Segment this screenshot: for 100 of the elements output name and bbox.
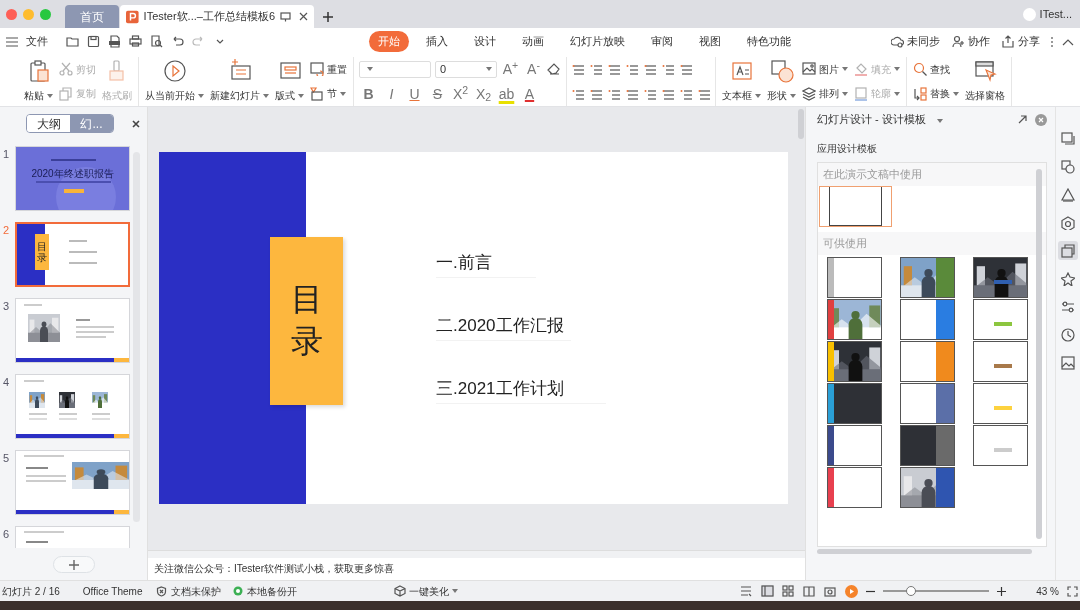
user-name[interactable]: ITest... — [1039, 5, 1072, 23]
layout-button[interactable]: 版式 — [274, 57, 305, 106]
file-menu[interactable]: 文件 — [26, 33, 48, 50]
backup-status[interactable]: 本地备份开 — [247, 583, 298, 599]
template-thumbnail[interactable] — [973, 256, 1028, 298]
template-thumbnail[interactable] — [819, 185, 892, 227]
save-icon[interactable] — [87, 35, 100, 48]
zoom-in-icon[interactable] — [997, 586, 1007, 596]
font-size-field[interactable]: 0 — [435, 60, 497, 78]
toolbar-button[interactable]: 未同步 — [889, 32, 942, 51]
increase-indent-icon[interactable] — [626, 63, 638, 76]
picture-button[interactable]: 图片 — [801, 60, 849, 78]
template-thumbnail[interactable] — [973, 424, 1028, 466]
template-thumbnail[interactable] — [900, 466, 955, 508]
template-thumbnail[interactable] — [900, 256, 955, 298]
numbered-list-icon[interactable] — [590, 63, 602, 76]
highlight-button[interactable]: ab — [497, 84, 516, 103]
slide-thumbnail[interactable] — [15, 374, 130, 439]
view-tab[interactable]: 大纲 — [27, 115, 70, 132]
align-right-icon[interactable] — [608, 87, 620, 100]
distribute-icon[interactable] — [644, 87, 656, 100]
paste-button[interactable]: 粘贴 — [23, 57, 54, 106]
slider-thumb[interactable] — [905, 586, 916, 596]
text-direction-icon[interactable] — [644, 63, 656, 76]
vertical-align-icon[interactable] — [662, 63, 674, 76]
ribbon-tab[interactable]: 插入 — [417, 31, 457, 52]
monitor-icon[interactable] — [280, 11, 291, 22]
toolbar-button[interactable]: 协作 — [950, 32, 992, 51]
toolbar-button[interactable]: 分享 — [1000, 32, 1042, 51]
slideshow-button[interactable]: 从当前开始 — [144, 57, 205, 106]
ribbon-tab[interactable]: 审阅 — [642, 31, 682, 52]
add-slide-button[interactable] — [52, 556, 95, 573]
template-thumbnail[interactable] — [900, 382, 955, 424]
find-button[interactable]: 查找 — [912, 60, 960, 78]
template-thumbnail[interactable] — [827, 382, 882, 424]
align-left-icon[interactable] — [572, 87, 584, 100]
book-icon[interactable] — [803, 585, 817, 597]
normal-view-icon[interactable] — [761, 585, 775, 597]
preview-icon[interactable] — [150, 35, 163, 48]
template-thumbnail[interactable] — [827, 466, 882, 508]
collapse-icon[interactable] — [1062, 37, 1074, 46]
protection-status[interactable]: 文档未保护 — [171, 583, 222, 599]
line-spacing-icon[interactable] — [662, 87, 674, 100]
plus-icon[interactable] — [323, 11, 333, 22]
justify-icon[interactable] — [626, 87, 638, 100]
template-thumbnail[interactable] — [973, 340, 1028, 382]
play-icon[interactable] — [845, 584, 859, 598]
folder-icon[interactable] — [66, 35, 79, 48]
template-thumbnail[interactable] — [827, 256, 882, 298]
close-icon[interactable] — [299, 12, 308, 21]
side-tool-button[interactable] — [1058, 325, 1078, 344]
paragraph-spacing-icon[interactable] — [680, 87, 692, 100]
template-thumbnail[interactable] — [827, 298, 882, 340]
reset-button[interactable]: 重置 — [309, 60, 348, 78]
pdf-icon[interactable] — [108, 35, 121, 48]
font-size-button[interactable]: A$^{-}$ — [524, 60, 543, 79]
fit-window-icon[interactable] — [1067, 585, 1078, 597]
slide-thumbnail[interactable]: 目录 — [15, 222, 130, 287]
template-thumbnail[interactable] — [900, 340, 955, 382]
template-thumbnail[interactable] — [827, 424, 882, 466]
eraser-icon[interactable] — [547, 62, 561, 77]
spacing-icon[interactable] — [698, 87, 710, 100]
italic-button[interactable]: I — [382, 84, 401, 103]
slide-thumbnail[interactable] — [15, 450, 130, 515]
beautify-button[interactable]: 一键美化 — [392, 582, 461, 600]
slide-thumbnail[interactable] — [15, 298, 130, 363]
superscript-button[interactable]: X$^{2}$ — [451, 84, 470, 103]
side-tool-button[interactable] — [1058, 157, 1078, 176]
scrollbar[interactable] — [798, 109, 804, 139]
shapes-button[interactable]: 形状 — [766, 57, 797, 106]
close-icon[interactable] — [132, 119, 140, 128]
subscript-button[interactable]: X$_{2}$ — [474, 84, 493, 103]
align-center-icon[interactable] — [590, 87, 602, 100]
font-name-field[interactable] — [359, 60, 431, 78]
pin-icon[interactable] — [1018, 115, 1027, 124]
selection-pane-button[interactable]: 选择窗格 — [964, 57, 1006, 106]
decrease-indent-icon[interactable] — [608, 63, 620, 76]
template-thumbnail[interactable] — [900, 298, 955, 340]
camera-icon[interactable] — [824, 585, 838, 597]
textbox-button[interactable]: 文本框 — [721, 57, 762, 106]
grid-view-icon[interactable] — [782, 585, 796, 597]
font-color-button[interactable]: A — [520, 84, 539, 103]
bold-button[interactable]: B — [359, 84, 378, 103]
template-thumbnail[interactable] — [973, 382, 1028, 424]
scrollbar[interactable] — [1036, 169, 1042, 539]
ribbon-tab[interactable]: 视图 — [690, 31, 730, 52]
template-thumbnail[interactable] — [900, 424, 955, 466]
ribbon-tab[interactable]: 设计 — [465, 31, 505, 52]
replace-button[interactable]: 替换 — [912, 85, 960, 103]
print-icon[interactable] — [129, 35, 142, 48]
side-tool-button[interactable] — [1058, 241, 1078, 260]
arrange-button[interactable]: 排列 — [801, 85, 849, 103]
undo-icon[interactable] — [171, 35, 184, 48]
ribbon-tab[interactable]: 幻灯片放映 — [561, 31, 634, 52]
section-button[interactable]: 节 — [309, 85, 348, 103]
underline-button[interactable]: U — [405, 84, 424, 103]
bullet-list-icon[interactable] — [572, 63, 584, 76]
strikethrough-button[interactable]: S — [428, 84, 447, 103]
template-thumbnail[interactable] — [973, 298, 1028, 340]
ribbon-tab[interactable]: 特色功能 — [738, 31, 800, 52]
